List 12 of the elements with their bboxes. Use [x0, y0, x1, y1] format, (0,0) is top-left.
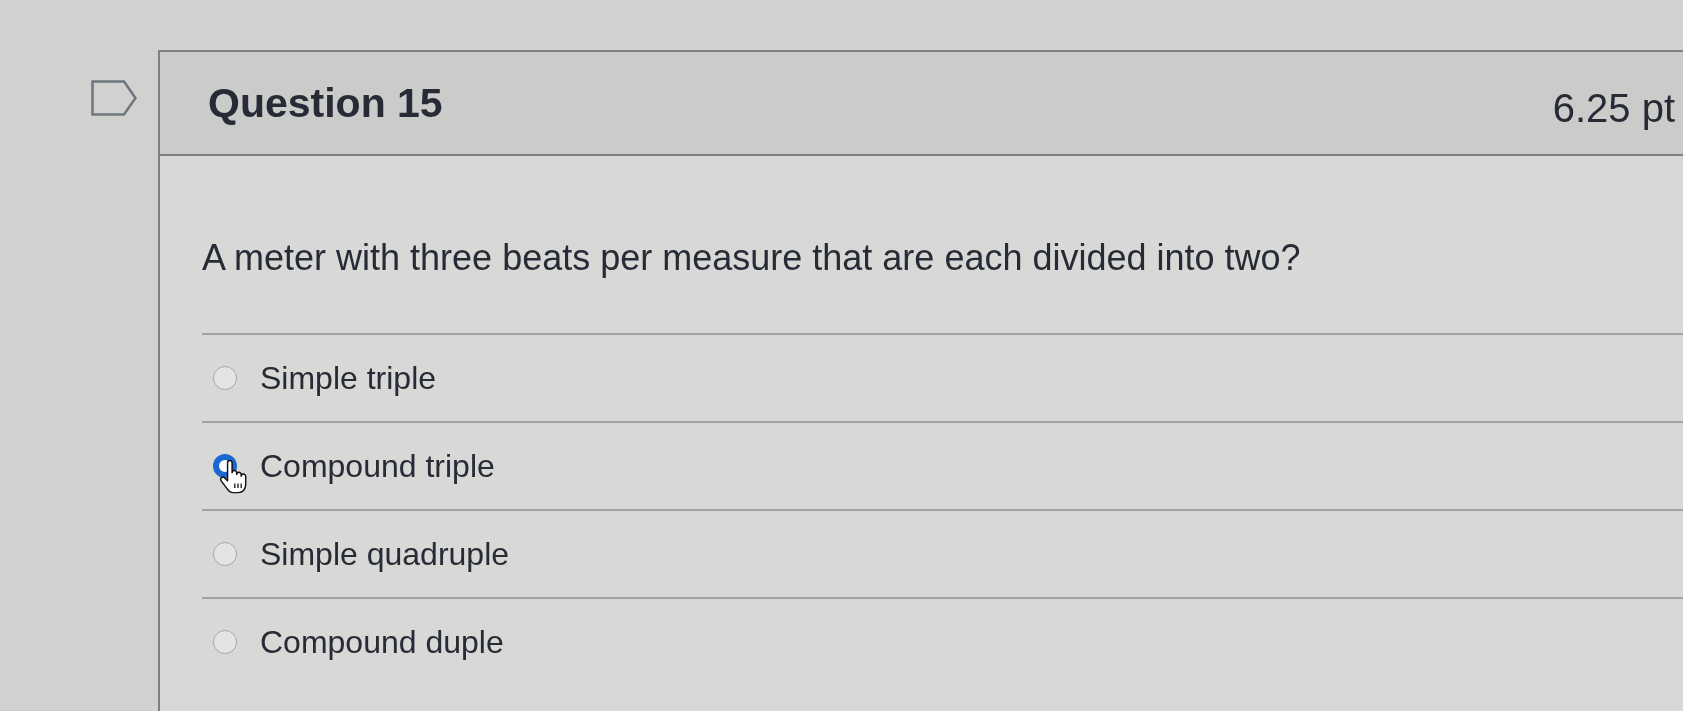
question-title: Question 15: [208, 79, 443, 127]
hand-cursor-icon: [218, 460, 248, 494]
radio-button[interactable]: [213, 366, 237, 390]
answer-label[interactable]: Compound duple: [260, 623, 504, 661]
question-text: A meter with three beats per measure that are each divided into two?: [202, 236, 1302, 280]
answer-label[interactable]: Simple triple: [260, 359, 437, 397]
points-label: 6.25 pt: [1552, 85, 1675, 131]
answer-label[interactable]: Compound triple: [260, 447, 495, 485]
radio-button[interactable]: [213, 630, 237, 654]
radio-button[interactable]: [213, 542, 237, 566]
answer-label[interactable]: Simple quadruple: [260, 535, 510, 573]
flag-icon[interactable]: [91, 80, 137, 116]
